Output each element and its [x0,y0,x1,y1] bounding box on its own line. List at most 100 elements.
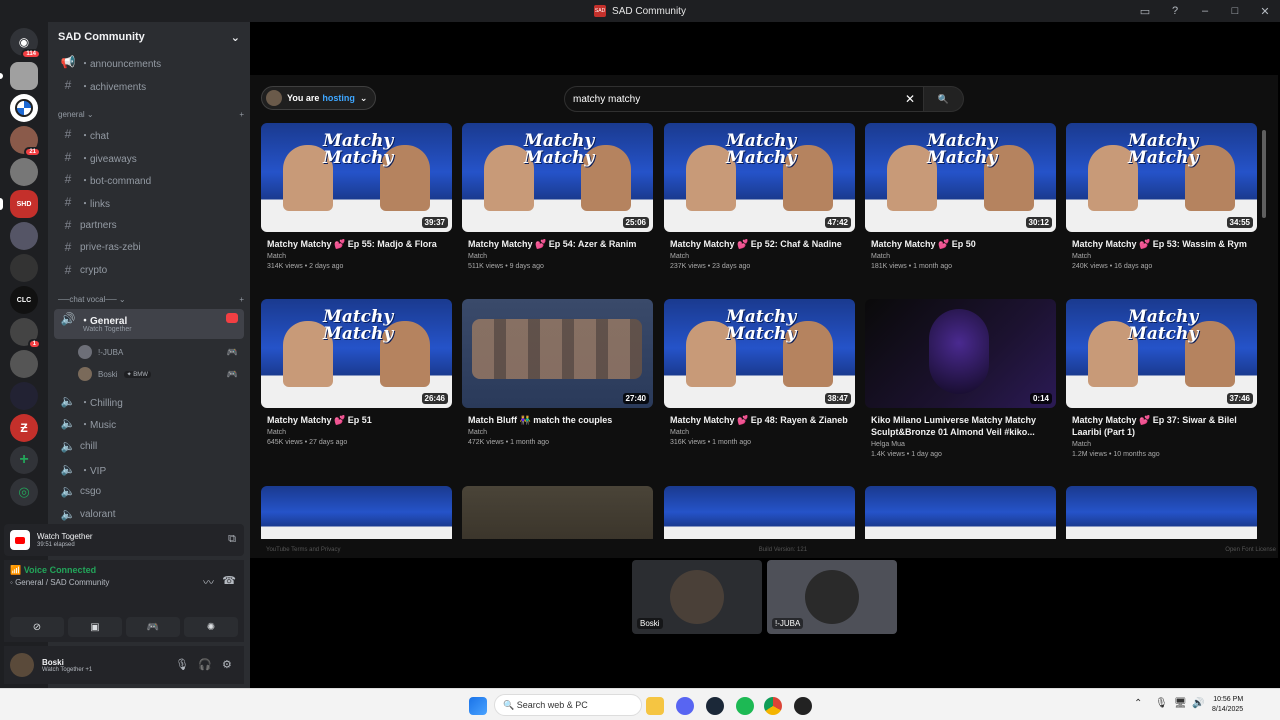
server-icon[interactable]: Ƶ [10,414,38,442]
video-title[interactable]: Matchy Matchy 💕 Ep 48: Rayen & Zianeb [664,414,855,426]
video-thumbnail[interactable]: Matchy Matchy 37:46 [1066,299,1257,408]
voice-user[interactable]: Boski ✦ BMW 🎮 [78,365,238,383]
video-title[interactable]: Kiko Milano Lumiverse Matchy Matchy Scul… [865,414,1056,438]
category-chat-vocal[interactable]: ──chat vocal── ⌄ + [58,295,244,304]
clc-server-icon[interactable]: CLC [10,286,38,314]
video-channel[interactable]: Match [664,253,855,260]
microphone-icon[interactable]: 🎙 [175,658,189,671]
minimize-button[interactable]: – [1190,5,1220,17]
video-channel[interactable]: Match [865,253,1056,260]
steam-icon[interactable] [706,697,724,715]
activity-button[interactable]: 🎮 [126,617,180,637]
server-icon[interactable] [0,62,38,90]
add-channel-icon[interactable]: + [239,295,244,304]
add-server-icon[interactable]: + [10,446,38,474]
channel-chat[interactable]: # ・chat [54,124,244,144]
microphone-icon[interactable]: 🎙 [1155,698,1168,709]
close-button[interactable]: ✕ [1250,5,1280,18]
participant-tile[interactable]: Boski [632,560,762,634]
search-button[interactable]: 🔍 [924,86,964,112]
video-title[interactable]: Matchy Matchy 💕 Ep 54: Azer & Ranim [462,238,653,250]
bmw-server-icon[interactable] [10,94,38,122]
channel-giveaways[interactable]: # ・giveaways [54,147,244,167]
noise-suppression-icon[interactable]: 〰 [203,574,214,590]
channel-prive-ras-zebi[interactable]: # prive-ras-zebi [54,237,244,257]
voice-channel-chill[interactable]: 🔈 chill [54,436,244,456]
video-title[interactable]: Matchy Matchy 💕 Ep 51 [261,414,452,426]
video-title[interactable]: Matchy Matchy 💕 Ep 50 [865,238,1056,250]
chevron-up-icon[interactable]: ⌃ [1134,698,1142,709]
server-icon[interactable]: 1 [10,318,41,349]
video-channel[interactable]: Match [462,429,653,436]
file-explorer-icon[interactable] [646,697,664,715]
taskbar-search[interactable]: 🔍 Search web & PC [494,694,642,716]
app-icon[interactable] [794,697,812,715]
video-thumbnail[interactable]: Matchy Matchy 34:55 [1066,123,1257,232]
server-icon[interactable] [10,382,38,410]
sad-server-icon[interactable]: SHD [0,190,38,218]
server-icon[interactable] [10,350,38,378]
video-card[interactable]: Matchy Matchy 39:37 Matchy Matchy 💕 Ep 55: … [261,123,452,270]
discord-icon[interactable] [676,697,694,715]
search-input[interactable]: matchy matchy ✕ [564,86,924,112]
video-card[interactable]: Matchy Matchy 38:47 Matchy Matchy 💕 Ep 48: … [664,299,855,446]
video-channel[interactable]: Match [261,253,452,260]
spotify-icon[interactable] [736,697,754,715]
video-title[interactable]: Match Bluff 👫 match the couples [462,414,653,426]
video-thumbnail[interactable] [1066,486,1257,544]
video-title[interactable]: Matchy Matchy 💕 Ep 53: Wassim & Rym [1066,238,1257,250]
voice-channel-valorant[interactable]: 🔈 valorant [54,504,244,524]
video-card[interactable]: Matchy Matchy 47:42 Matchy Matchy 💕 Ep 52: … [664,123,855,270]
video-thumbnail[interactable]: 27:40 [462,299,653,408]
category-general[interactable]: general ⌄ + [58,110,244,119]
video-channel[interactable]: Match [1066,441,1257,448]
video-card[interactable]: Matchy Matchy 25:06 Matchy Matchy 💕 Ep 54: … [462,123,653,270]
video-thumbnail[interactable]: Matchy Matchy 38:47 [664,299,855,408]
direct-messages-icon[interactable]: ◉ 114 [10,28,41,59]
channel-achivements[interactable]: # ・achivements [54,75,244,95]
server-icon[interactable] [10,158,38,186]
voice-channel-general[interactable]: 🔊 ・General Watch Together [54,309,244,339]
video-thumbnail[interactable]: 0:14 [865,299,1056,408]
headphones-icon[interactable]: 🎧 [198,658,212,671]
channel-links[interactable]: # ・links [54,192,244,212]
video-thumbnail[interactable] [664,486,855,544]
gear-icon[interactable]: ⚙ [222,658,232,671]
host-pill[interactable]: You are hosting ⌄ [261,86,376,110]
video-channel[interactable]: Match [1066,253,1257,260]
server-icon[interactable]: 21 [10,126,41,157]
soundboard-button[interactable]: ✺ [184,617,238,637]
video-thumbnail[interactable]: Matchy Matchy 25:06 [462,123,653,232]
inbox-icon[interactable]: ▭ [1130,5,1160,18]
server-header[interactable]: SAD Community ⌄ [48,22,250,52]
clock[interactable]: 10:56 PM 8/14/2025 [1212,695,1243,715]
server-icon[interactable] [10,222,38,250]
channel-announcements[interactable]: 📢 ・announcements [54,52,244,72]
video-thumbnail[interactable] [462,486,653,544]
video-thumbnail[interactable] [261,486,452,544]
participant-tile[interactable]: !-JUBA [767,560,897,634]
video-thumbnail[interactable] [865,486,1056,544]
video-title[interactable]: Matchy Matchy 💕 Ep 55: Madjo & Flora [261,238,452,250]
video-card[interactable]: Matchy Matchy 34:55 Matchy Matchy 💕 Ep 53: … [1066,123,1257,270]
voice-channel-music[interactable]: 🔈 ・Music [54,413,244,433]
video-title[interactable]: Matchy Matchy 💕 Ep 52: Chaf & Nadine [664,238,855,250]
clear-icon[interactable]: ✕ [905,92,915,106]
video-channel[interactable]: Match [261,429,452,436]
video-channel[interactable]: Match [462,253,653,260]
screen-share-button[interactable]: ▣ [68,617,122,637]
explore-icon[interactable]: ◎ [10,478,38,506]
video-thumbnail[interactable]: Matchy Matchy 30:12 [865,123,1056,232]
video-card[interactable]: Matchy Matchy 30:12 Matchy Matchy 💕 Ep 50 Ma… [865,123,1056,270]
avatar[interactable] [10,653,34,677]
voice-channel-chilling[interactable]: 🔈 ・Chilling [54,391,244,411]
video-card[interactable]: 0:14 Kiko Milano Lumiverse Matchy Matchy … [865,299,1056,458]
disconnect-icon[interactable]: ☎ [222,574,236,587]
video-channel[interactable]: Helga Mua [865,441,1056,448]
video-title[interactable]: Matchy Matchy 💕 Ep 37: Siwar & Bilel Laa… [1066,414,1257,438]
volume-icon[interactable]: 🔊 [1192,698,1204,709]
popout-icon[interactable]: ⧉ [228,533,236,546]
voice-channel-vip[interactable]: 🔈 ・VIP [54,459,244,479]
video-thumbnail[interactable]: Matchy Matchy 26:46 [261,299,452,408]
help-icon[interactable]: ? [1160,5,1190,17]
